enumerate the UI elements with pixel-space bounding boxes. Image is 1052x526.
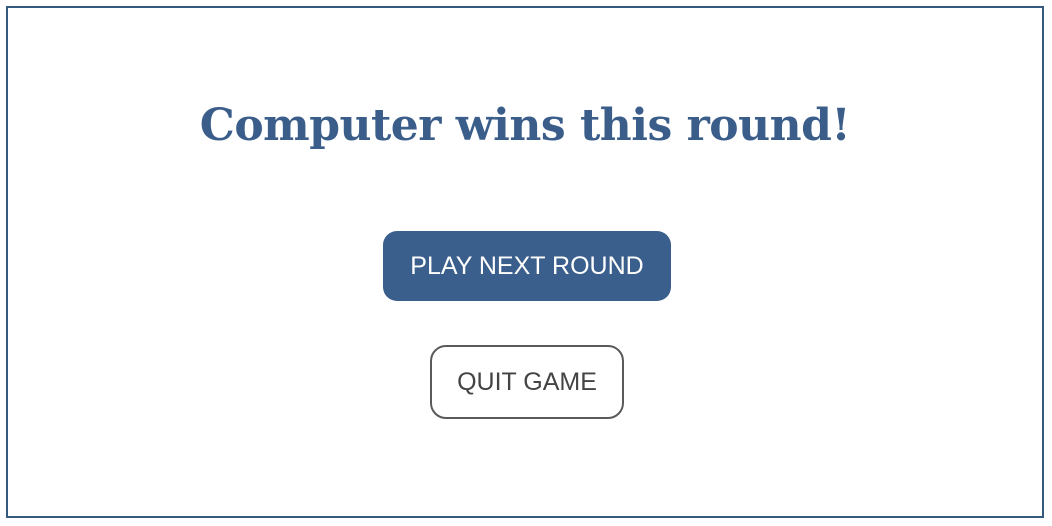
game-result-panel: Computer wins this round! PLAY NEXT ROUN… <box>6 6 1044 518</box>
play-next-round-button[interactable]: PLAY NEXT ROUND <box>383 231 671 301</box>
round-result-heading: Computer wins this round! <box>199 100 851 151</box>
quit-game-button[interactable]: QUIT GAME <box>430 345 624 419</box>
